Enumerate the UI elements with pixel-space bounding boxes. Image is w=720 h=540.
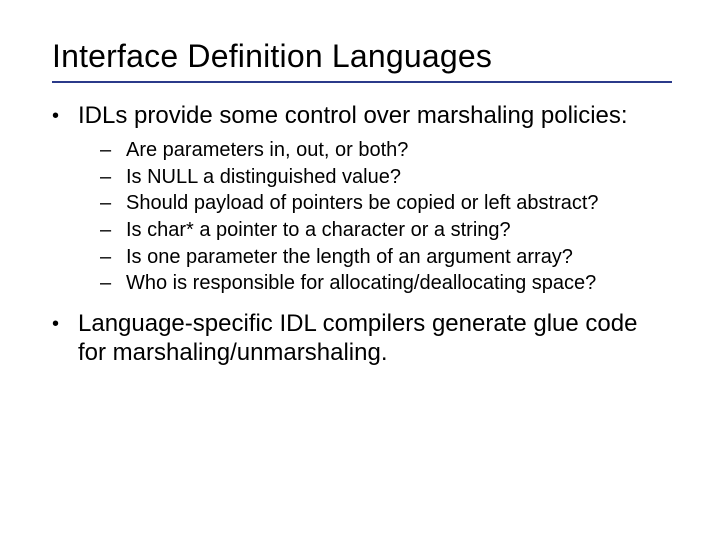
bullet-dot-icon: • <box>52 101 78 130</box>
sub-bullet-item: – Is char* a pointer to a character or a… <box>100 218 672 244</box>
dash-icon: – <box>100 191 126 217</box>
sub-bullet-item: – Who is responsible for allocating/deal… <box>100 271 672 297</box>
dash-icon: – <box>100 138 126 164</box>
sub-bullet-group: – Are parameters in, out, or both? – Is … <box>100 138 672 297</box>
sub-bullet-text: Who is responsible for allocating/deallo… <box>126 271 672 297</box>
slide: Interface Definition Languages • IDLs pr… <box>0 0 720 540</box>
bullet-dot-icon: • <box>52 309 78 368</box>
sub-bullet-item: – Are parameters in, out, or both? <box>100 138 672 164</box>
dash-icon: – <box>100 218 126 244</box>
content-body: • IDLs provide some control over marshal… <box>52 101 672 367</box>
sub-bullet-item: – Is NULL a distinguished value? <box>100 165 672 191</box>
bullet-text: Language-specific IDL compilers generate… <box>78 309 672 368</box>
sub-bullet-text: Is char* a pointer to a character or a s… <box>126 218 672 244</box>
bullet-text: IDLs provide some control over marshalin… <box>78 101 672 130</box>
sub-bullet-item: – Should payload of pointers be copied o… <box>100 191 672 217</box>
sub-bullet-text: Is NULL a distinguished value? <box>126 165 672 191</box>
slide-title: Interface Definition Languages <box>52 38 672 75</box>
sub-bullet-text: Should payload of pointers be copied or … <box>126 191 672 217</box>
dash-icon: – <box>100 245 126 271</box>
dash-icon: – <box>100 165 126 191</box>
bullet-item: • Language-specific IDL compilers genera… <box>52 309 672 368</box>
dash-icon: – <box>100 271 126 297</box>
sub-bullet-text: Are parameters in, out, or both? <box>126 138 672 164</box>
title-underline <box>52 81 672 83</box>
sub-bullet-item: – Is one parameter the length of an argu… <box>100 245 672 271</box>
bullet-item: • IDLs provide some control over marshal… <box>52 101 672 130</box>
sub-bullet-text: Is one parameter the length of an argume… <box>126 245 672 271</box>
